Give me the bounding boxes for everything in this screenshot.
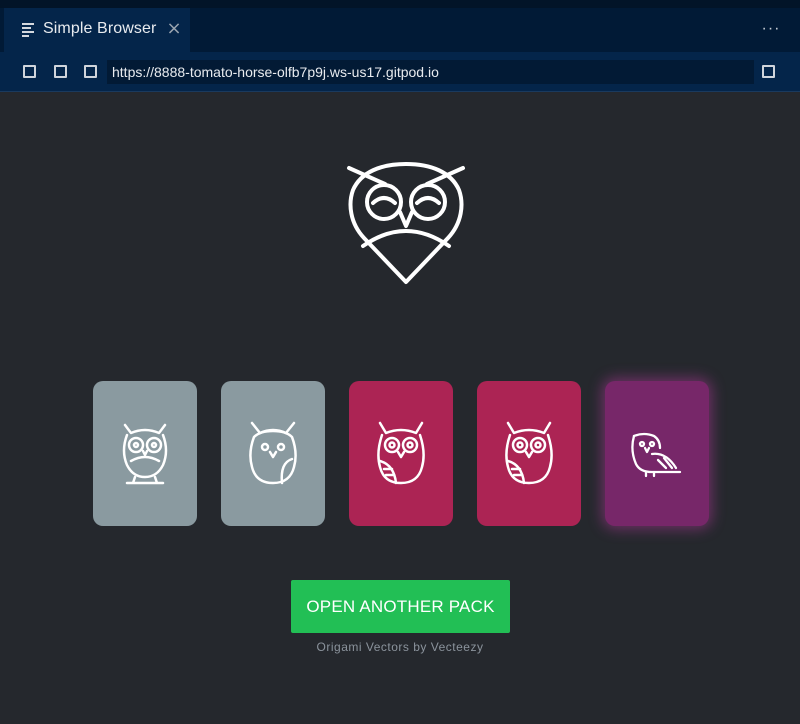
more-actions-icon[interactable]: ···	[756, 18, 786, 40]
forward-button[interactable]	[54, 65, 67, 78]
owl-card-1[interactable]	[93, 381, 197, 526]
back-button[interactable]	[23, 65, 36, 78]
owl-pin-logo	[347, 162, 465, 284]
owl-wing-icon	[377, 421, 425, 484]
open-another-pack-button[interactable]: OPEN ANOTHER PACK	[291, 580, 510, 633]
owl-wing-icon	[505, 421, 553, 484]
reload-button[interactable]	[84, 65, 97, 78]
close-icon[interactable]: ×	[164, 18, 184, 40]
url-input[interactable]	[107, 60, 754, 84]
owl-perched-icon	[631, 432, 682, 477]
open-in-browser-button[interactable]	[762, 65, 775, 78]
owl-card-4[interactable]	[477, 381, 581, 526]
owl-card-5[interactable]	[605, 381, 709, 526]
window-top-strip	[0, 0, 800, 8]
tab-simple-browser[interactable]: Simple Browser ×	[4, 8, 190, 52]
owl-card-3[interactable]	[349, 381, 453, 526]
owl-standing-icon	[122, 423, 168, 484]
tab-title: Simple Browser	[43, 20, 157, 37]
owl-half-icon	[249, 421, 297, 484]
preview-lines-icon	[22, 23, 34, 37]
owl-card-2[interactable]	[221, 381, 325, 526]
browser-toolbar	[0, 52, 800, 92]
tab-bar: Simple Browser × ···	[0, 8, 800, 52]
credit-text: Origami Vectors by Vecteezy	[316, 640, 484, 654]
